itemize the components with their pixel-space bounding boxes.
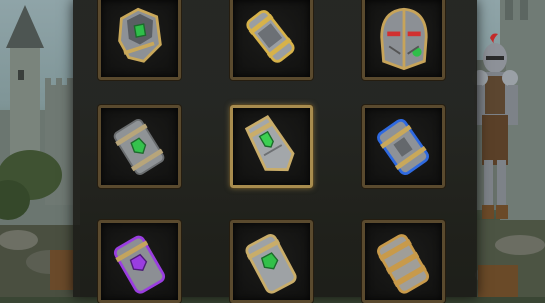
inventory-slot-knight-helmet[interactable] (362, 0, 445, 80)
inventory-slot-purple-bracer[interactable] (98, 220, 181, 303)
blue-glow-bracer-icon (377, 118, 429, 175)
inventory-slot-gold-trim-bracer[interactable] (230, 0, 313, 80)
green-gem-gold-bracer-icon (245, 234, 297, 294)
purple-gem-bracer-icon (113, 235, 166, 294)
inventory-slot-green-gem-bracer[interactable] (98, 105, 181, 188)
bronze-trim-bracer-icon (377, 234, 430, 294)
green-gem-gauntlet-bracer-icon (244, 114, 295, 172)
green-gem-silver-bracer-icon (113, 118, 165, 175)
inventory-slot-gold-green-bracer[interactable] (230, 220, 313, 303)
inventory-slot-gauntlet-bracer[interactable] (230, 105, 313, 188)
inventory-panel (73, 0, 477, 303)
gold-trim-bracer-icon (246, 10, 295, 63)
inventory-slot-emerald-chestplate[interactable] (98, 0, 181, 80)
emerald-gem-chestplate-icon (118, 7, 162, 63)
knight-character (472, 33, 518, 219)
inventory-slot-blue-bracer[interactable] (362, 105, 445, 188)
red-eyed-knight-helmet-icon (380, 7, 428, 71)
inventory-slot-bronze-bracer[interactable] (362, 220, 445, 303)
